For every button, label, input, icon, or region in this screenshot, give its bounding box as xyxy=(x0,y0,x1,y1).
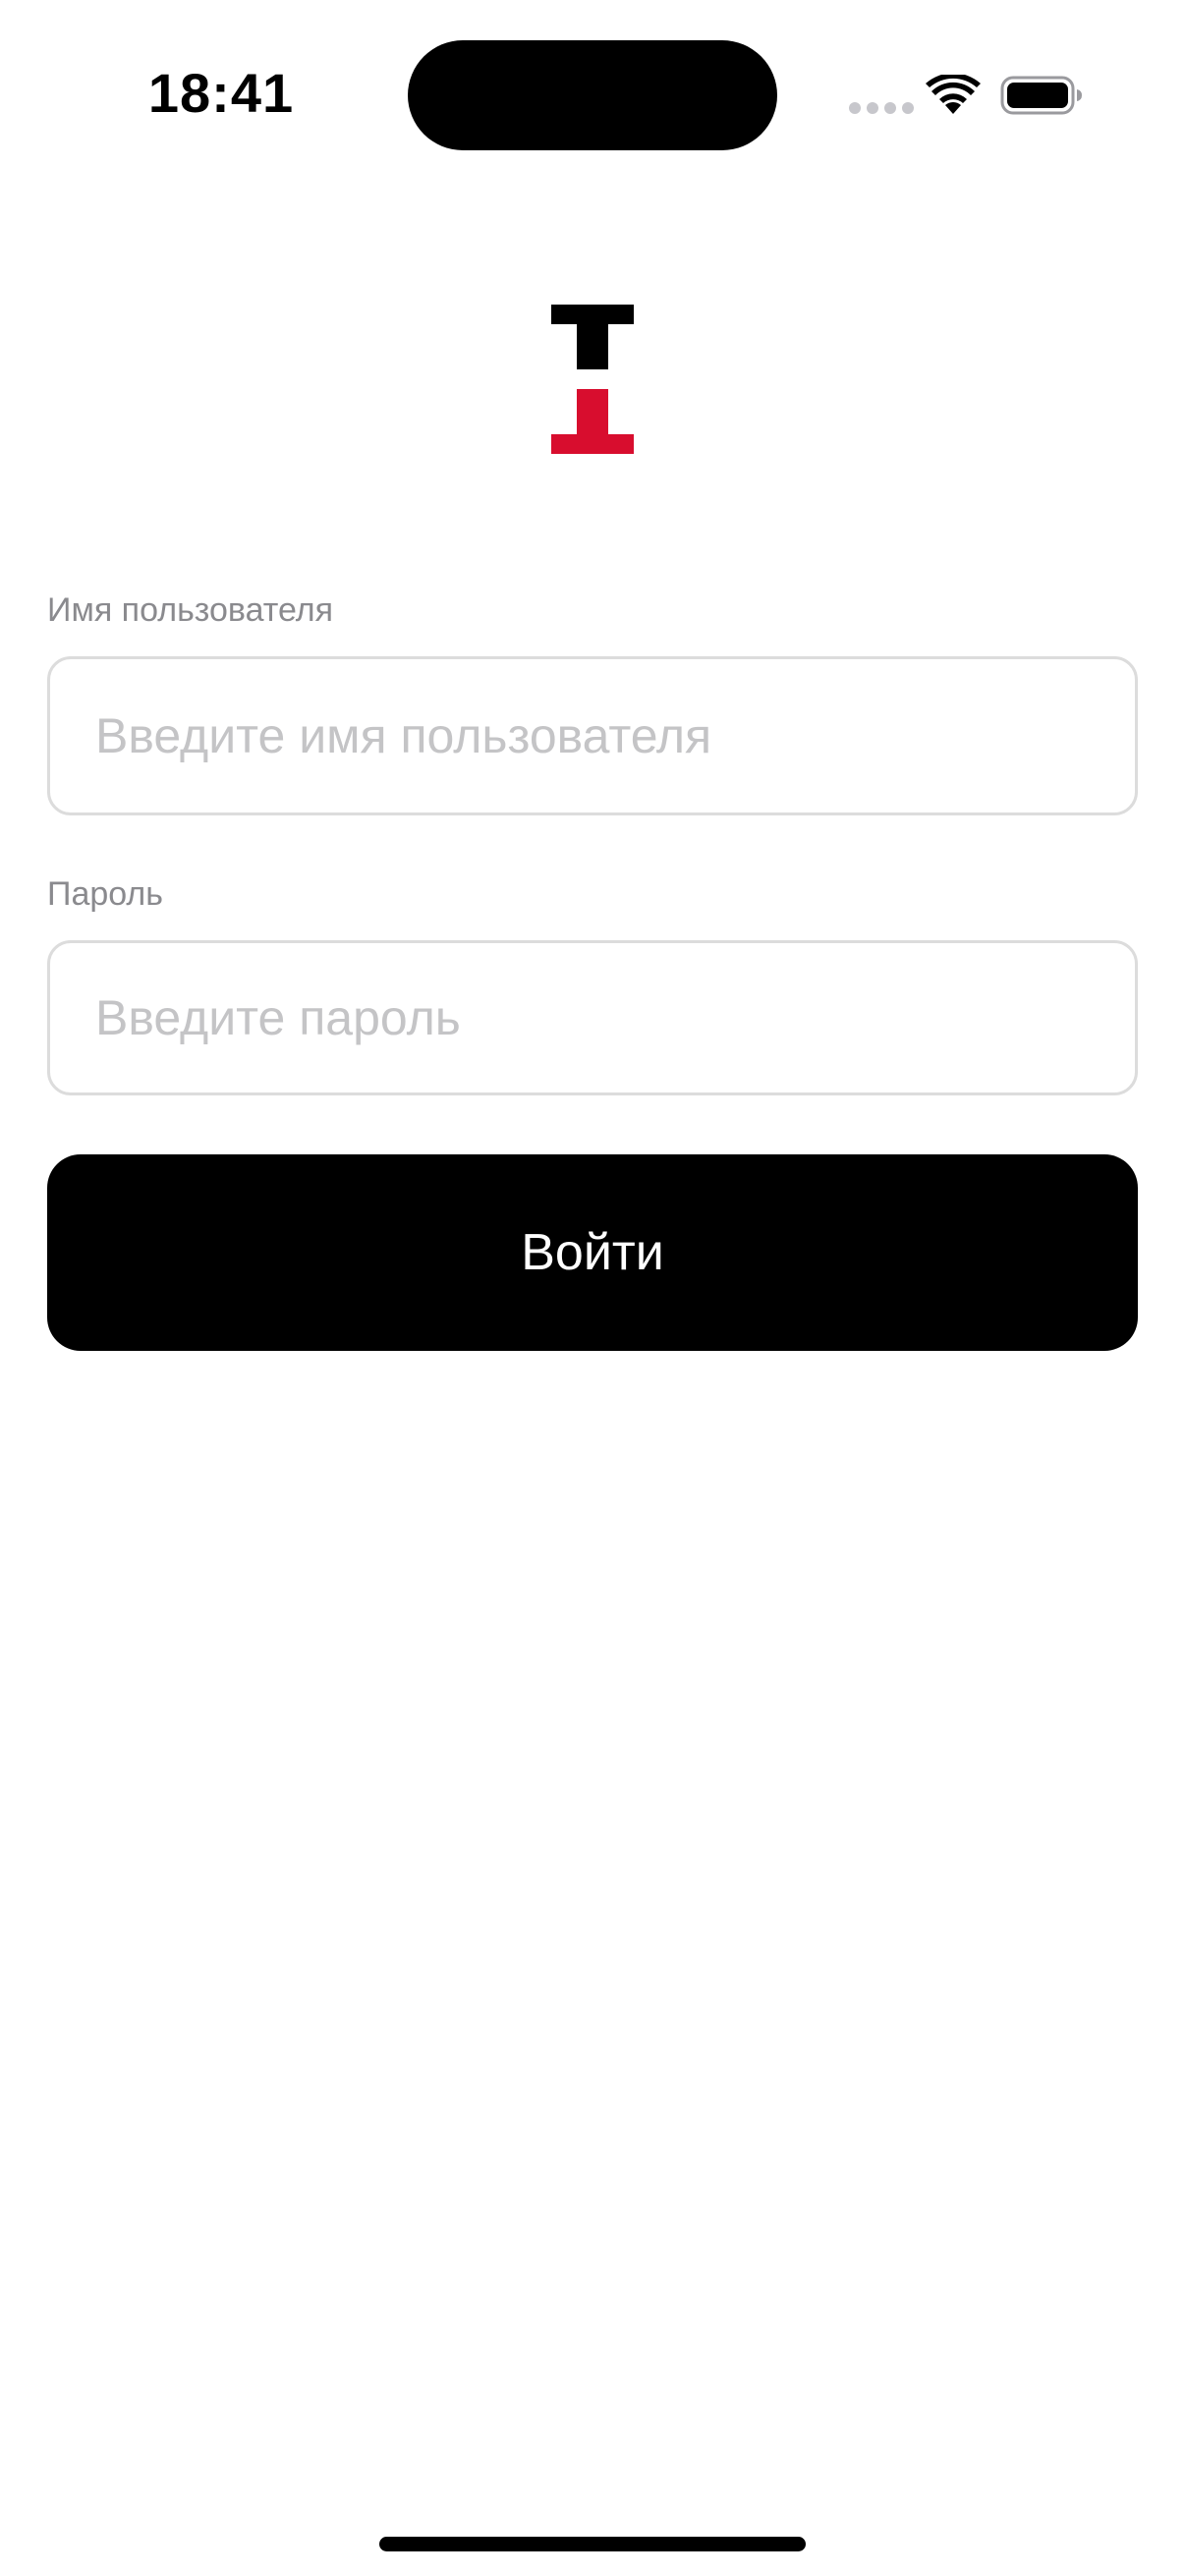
password-label: Пароль xyxy=(47,875,163,913)
status-time: 18:41 xyxy=(147,62,295,124)
login-button[interactable]: Войти xyxy=(47,1154,1138,1351)
password-input[interactable] xyxy=(47,940,1138,1095)
username-input[interactable] xyxy=(47,656,1138,815)
signal-dots-icon xyxy=(849,102,914,114)
home-indicator[interactable] xyxy=(379,2537,806,2551)
battery-icon xyxy=(1000,76,1082,115)
wifi-icon xyxy=(926,75,981,114)
status-bar: 18:41 xyxy=(0,0,1185,187)
dynamic-island xyxy=(408,40,777,150)
username-label: Имя пользователя xyxy=(47,591,333,629)
brand-logo-icon xyxy=(551,305,634,454)
